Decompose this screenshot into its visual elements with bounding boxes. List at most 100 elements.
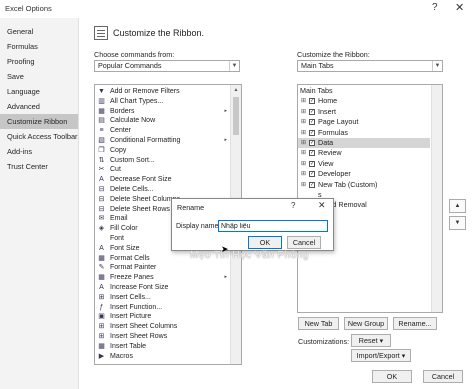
tree-item-label: Formulas [318,127,348,137]
tree-item[interactable]: ⊞ ✓ Home [298,96,430,106]
command-list-item[interactable]: ❐ Copy [95,146,229,155]
expand-icon[interactable]: ⊞ [301,138,306,148]
command-list-item[interactable]: ▦ Insert Table [95,342,229,351]
sidebar-item-language[interactable]: Language [0,84,78,99]
command-list-item[interactable]: ▤ Calculate Now [95,116,229,125]
dialog-cancel-button[interactable]: Cancel [287,236,321,249]
chart-icon: ▥ [98,97,105,105]
cut-icon: ✂ [98,166,105,174]
command-list-item[interactable]: ▧ Conditional Formatting ▸ [95,136,229,145]
command-list-item[interactable]: ▣ Insert Picture [95,312,229,321]
checkbox-icon[interactable]: ✓ [309,129,315,136]
function-icon: ƒ [99,303,104,311]
command-list-item[interactable]: A Decrease Font Size [95,175,229,184]
tree-item[interactable]: ⊞ ✓ Review [298,148,430,158]
checkbox-icon[interactable]: ✓ [309,98,315,105]
sidebar-item-add-ins[interactable]: Add-ins [0,144,78,159]
new-tab-button[interactable]: New Tab [298,317,339,330]
move-down-button[interactable]: ▼ [449,216,466,230]
chevron-down-icon[interactable]: ▼ [432,61,442,71]
display-name-input[interactable] [218,220,328,232]
command-list-item[interactable]: ▶ Macros [95,352,229,361]
checkbox-icon[interactable]: ✓ [309,181,315,188]
command-list-item[interactable]: ✂ Cut [95,165,229,174]
tree-scrollbar[interactable] [431,85,442,312]
command-label: Add or Remove Filters [110,88,180,95]
insert-columns-icon: ⊞ [98,323,105,331]
expand-icon[interactable]: ⊞ [301,107,306,117]
command-list-item[interactable]: ⊞ Insert Sheet Rows [95,332,229,341]
sidebar-item-formulas[interactable]: Formulas [0,39,78,54]
display-name-label: Display name: [176,223,221,230]
command-list-item[interactable]: A Increase Font Size [95,283,229,292]
expand-icon[interactable]: ⊞ [301,148,306,158]
chevron-down-icon[interactable]: ▼ [229,61,239,71]
tree-item[interactable]: ⊞ ✓ Developer [298,169,430,179]
choose-commands-select[interactable]: Popular Commands ▼ [94,60,240,72]
ok-button[interactable]: OK [372,370,412,383]
move-up-button[interactable]: ▲ [449,199,466,213]
checkbox-icon[interactable]: ✓ [309,140,315,146]
new-group-button[interactable]: New Group [344,317,388,330]
close-icon[interactable]: ✕ [455,1,464,14]
sidebar-item-save[interactable]: Save [0,69,78,84]
command-list-item[interactable]: ƒ Insert Function... [95,303,229,312]
command-list-item[interactable]: ⊞ Insert Sheet Columns [95,322,229,331]
sidebar-item-advanced[interactable]: Advanced [0,99,78,114]
expand-icon[interactable]: ⊞ [301,180,306,190]
sidebar-item-general[interactable]: General [0,24,78,39]
reset-dropdown-button[interactable]: Reset ▾ [351,334,391,347]
sort-icon: ⇅ [98,156,105,164]
tree-item-label: Data [318,138,334,147]
command-list-item[interactable]: ✎ Format Painter [95,263,229,272]
command-label: Macros [110,352,133,360]
rename-button[interactable]: Rename... [393,317,437,330]
tree-item[interactable]: ⊞ ✓ Data [298,138,430,149]
command-list-item[interactable]: ▼ Add or Remove Filters [95,87,229,96]
command-list-item[interactable]: ⊞ Insert Cells... [95,293,229,302]
tree-item[interactable]: ⊞ ✓ Formulas [298,128,430,138]
command-list-item[interactable]: ⇅ Custom Sort... [95,156,229,165]
dialog-ok-button[interactable]: OK [248,236,282,249]
command-label: Freeze Panes [110,274,154,282]
align-center-icon: ≡ [99,127,104,135]
expand-icon[interactable]: ⊞ [301,117,306,127]
calculator-icon: ▤ [98,117,105,125]
sidebar-item-customize-ribbon[interactable]: Customize Ribbon [0,114,78,129]
checkbox-icon[interactable]: ✓ [309,119,315,126]
dialog-close-icon[interactable]: ✕ [318,200,326,211]
options-sidebar: General Formulas Proofing Save Language … [0,18,79,389]
checkbox-icon[interactable]: ✓ [309,160,315,167]
command-list-item[interactable]: ▥ All Chart Types... [95,97,229,106]
tree-item[interactable]: ⊞ ✓ New Tab (Custom) [298,180,430,190]
import-export-dropdown-button[interactable]: Import/Export ▾ [351,349,411,362]
checkbox-icon[interactable]: ✓ [309,171,315,178]
insert-cells-icon: ⊞ [98,293,105,301]
sidebar-item-quick-access-toolbar[interactable]: Quick Access Toolbar [0,129,78,144]
command-list-item[interactable]: ≡ Center [95,126,229,135]
expand-icon[interactable]: ⊞ [301,169,306,179]
help-icon[interactable]: ? [432,2,438,13]
dialog-help-icon[interactable]: ? [291,201,295,210]
customizations-label: Customizations: [298,337,350,346]
customize-ribbon-select[interactable]: Main Tabs ▼ [297,60,443,72]
expand-icon[interactable]: ⊞ [301,128,306,138]
expand-icon[interactable]: ⊞ [301,96,306,106]
expand-icon[interactable]: ⊞ [301,159,306,169]
sidebar-item-trust-center[interactable]: Trust Center [0,159,78,174]
tree-item[interactable]: ⊞ ✓ View [298,159,430,169]
checkbox-icon[interactable]: ✓ [309,108,315,115]
command-label: Conditional Formatting [110,137,181,144]
command-list-item[interactable]: ▦ Borders ▸ [95,107,229,116]
cancel-button[interactable]: Cancel [423,370,463,383]
checkbox-icon[interactable]: ✓ [309,150,315,157]
command-label: Format Painter [110,264,157,272]
command-label: Insert Cells... [110,293,151,301]
tree-item[interactable]: ⊞ ✓ Insert [298,107,430,117]
command-list-item[interactable]: ⊟ Delete Cells... [95,185,229,194]
command-list-item[interactable]: ▦ Freeze Panes ▸ [95,273,229,282]
scrollbar-thumb[interactable] [233,97,239,135]
scroll-up-icon[interactable]: ▲ [231,85,241,95]
tree-item[interactable]: ⊞ ✓ Page Layout [298,117,430,127]
sidebar-item-proofing[interactable]: Proofing [0,54,78,69]
